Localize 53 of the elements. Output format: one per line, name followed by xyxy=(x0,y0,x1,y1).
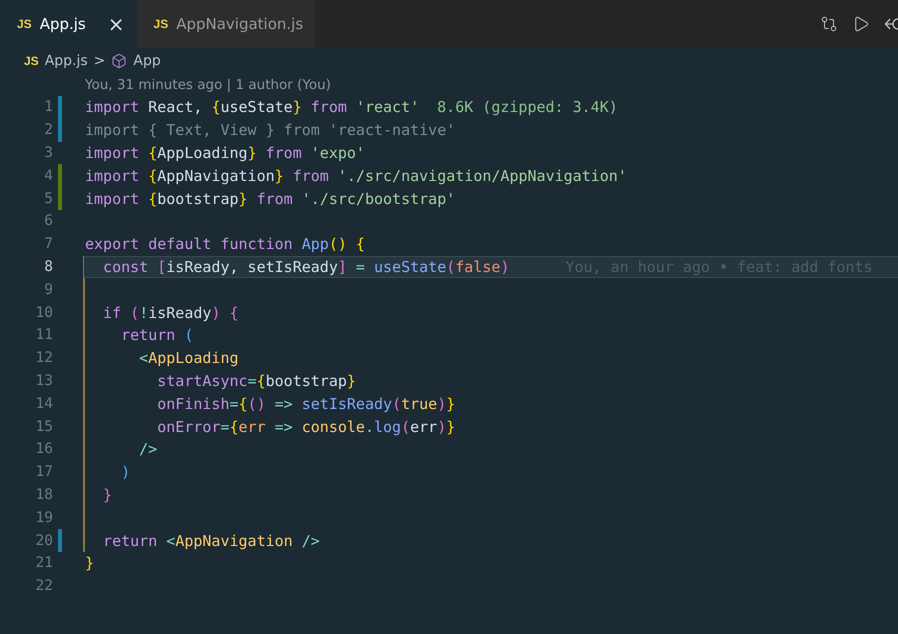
editor-tab[interactable]: JS App.js × xyxy=(0,0,137,48)
line-number: 11 xyxy=(34,327,53,344)
line-number: 2 xyxy=(43,122,53,138)
code-line: import {bootstrap} from './src/bootstrap' xyxy=(85,190,456,208)
breadcrumb-separator: > xyxy=(94,53,106,69)
code-line: /> xyxy=(138,440,158,458)
code-line: } xyxy=(85,554,94,572)
code-line: import React, {useState} from 'react' xyxy=(85,98,420,116)
code-line: ) xyxy=(120,463,130,482)
line-number: 9 xyxy=(43,282,53,298)
line-number: 12 xyxy=(34,350,53,366)
line-number: 10 xyxy=(34,304,53,321)
js-file-icon: JS xyxy=(24,54,39,68)
code-line: import { Text, View } from 'react-native' xyxy=(85,121,456,140)
code-line: onFinish={() => setIsReady(true)} xyxy=(156,394,456,413)
compare-icon[interactable] xyxy=(820,15,838,33)
line-number: 18 xyxy=(34,486,53,503)
line-number: 19 xyxy=(34,510,53,526)
line-number: 22 xyxy=(34,578,53,594)
line-number: 17 xyxy=(34,464,53,480)
editor-tab[interactable]: JS AppNavigation.js xyxy=(136,0,316,48)
code-line: const [isReady, setIsReady] = useState(false) xyxy=(102,258,510,276)
breadcrumb-item[interactable]: App.js xyxy=(44,53,88,69)
line-number: 4 xyxy=(43,168,53,184)
close-icon[interactable]: × xyxy=(108,14,125,34)
code-line: export default function App() { xyxy=(85,235,365,254)
js-file-icon: JS xyxy=(17,17,32,31)
code-line: } xyxy=(102,486,112,504)
line-number: 1 xyxy=(43,99,53,116)
js-file-icon: JS xyxy=(154,17,168,31)
line-number: 21 xyxy=(34,555,53,572)
code-line: return <AppNavigation /> xyxy=(102,532,320,550)
code-line: <AppLoading xyxy=(138,349,239,368)
code-line: onError={err => console.log(err)} xyxy=(156,418,456,436)
line-number: 16 xyxy=(34,441,53,458)
code-line: return ( xyxy=(120,326,194,344)
line-number: 14 xyxy=(34,396,53,412)
code-line: import {AppNavigation} from './src/navigation/AppNavigation' xyxy=(85,166,627,185)
import-size-annotation: 8.6K (gzipped: 3.4K) xyxy=(437,98,618,116)
line-number: 3 xyxy=(43,144,53,161)
line-number: 7 xyxy=(43,236,53,252)
code-line: if (!isReady) { xyxy=(102,304,239,322)
code-line: startAsync={bootstrap} xyxy=(156,372,356,390)
line-number: 8 xyxy=(43,258,53,275)
line-number: 5 xyxy=(43,190,53,207)
blame-info[interactable]: You, 31 minutes ago | 1 author (You) xyxy=(85,77,331,93)
cube-icon xyxy=(111,53,128,69)
breadcrumb-item[interactable]: App xyxy=(133,53,161,69)
line-number: 13 xyxy=(34,372,53,389)
line-number: 15 xyxy=(34,418,53,435)
line-number: 6 xyxy=(43,213,53,230)
code-line: import {AppLoading} from 'expo' xyxy=(85,144,365,162)
line-number: 20 xyxy=(34,532,53,549)
